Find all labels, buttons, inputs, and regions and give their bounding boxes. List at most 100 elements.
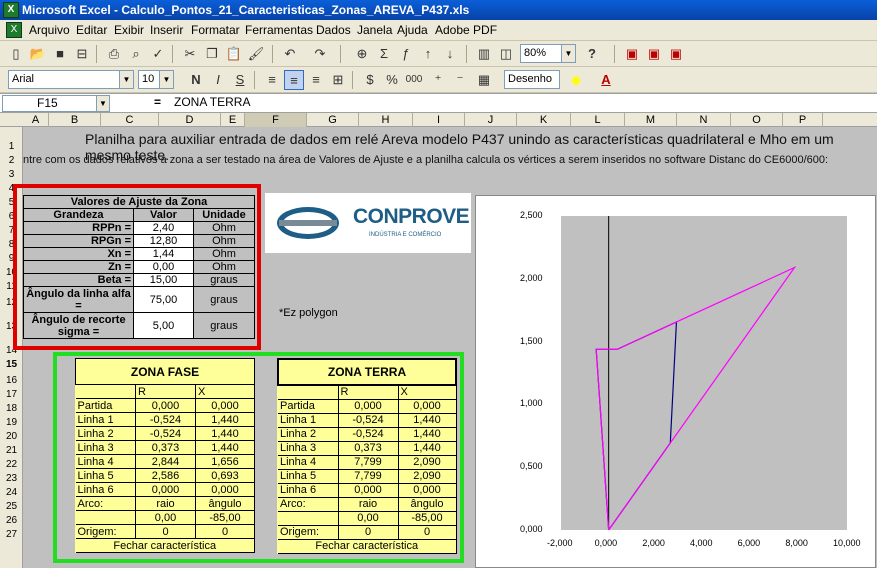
cell-x[interactable]: 0,000 bbox=[398, 399, 457, 414]
row-header-1[interactable]: 1 bbox=[0, 141, 23, 153]
pdf-icon[interactable]: ▣ bbox=[622, 44, 642, 64]
row-header-18[interactable]: 18 bbox=[0, 403, 23, 415]
name-box[interactable]: F15 ▼ bbox=[2, 95, 110, 112]
bold-button[interactable]: N bbox=[186, 70, 206, 90]
cell-x[interactable]: 0 bbox=[398, 525, 457, 540]
cell-r[interactable]: 7,799 bbox=[338, 469, 399, 484]
new-icon[interactable]: ▯ bbox=[6, 44, 26, 64]
merge-center-icon[interactable]: ⊞ bbox=[328, 70, 348, 90]
cell-x[interactable]: 2,090 bbox=[398, 455, 457, 470]
drawing-icon[interactable]: ◫ bbox=[496, 44, 516, 64]
row-header-27[interactable]: 27 bbox=[0, 529, 23, 541]
cell-x[interactable]: 1,440 bbox=[398, 413, 457, 428]
setting-value[interactable]: 12,80 bbox=[133, 234, 194, 248]
cell-r[interactable]: 0,373 bbox=[338, 441, 399, 456]
open-icon[interactable]: 📂 bbox=[28, 44, 48, 64]
cell-r[interactable]: 2,844 bbox=[135, 454, 196, 469]
row-header-24[interactable]: 24 bbox=[0, 487, 23, 499]
font-select[interactable]: Arial ▼ bbox=[8, 70, 134, 89]
function-icon[interactable]: ƒ bbox=[396, 44, 416, 64]
undo-icon[interactable]: ↶ bbox=[280, 44, 300, 64]
column-header-j[interactable]: J bbox=[465, 113, 517, 127]
column-header-k[interactable]: K bbox=[517, 113, 571, 127]
cell-x[interactable]: ângulo bbox=[398, 497, 457, 512]
cell-x[interactable]: 1,656 bbox=[195, 454, 255, 469]
chevron-down-icon[interactable]: ▼ bbox=[96, 96, 109, 111]
save-icon[interactable]: ■ bbox=[50, 44, 70, 64]
print-preview-icon[interactable]: ⌕ bbox=[126, 44, 146, 64]
decrease-decimal-icon[interactable]: ⁻ bbox=[450, 70, 470, 90]
menu-adobe-pdf[interactable]: Adobe PDF bbox=[435, 23, 497, 37]
cell-r[interactable]: 0,000 bbox=[135, 482, 196, 497]
column-header-h[interactable]: H bbox=[359, 113, 413, 127]
column-header-o[interactable]: O bbox=[731, 113, 783, 127]
fechar-button[interactable]: Fechar característica bbox=[75, 538, 255, 553]
cell-r[interactable]: 0,00 bbox=[338, 511, 399, 526]
cell-x[interactable]: 1,440 bbox=[195, 426, 255, 441]
cell-r[interactable]: raio bbox=[135, 496, 196, 511]
align-left-icon[interactable]: ≡ bbox=[262, 70, 282, 90]
align-center-icon[interactable]: ≡ bbox=[284, 70, 304, 90]
cell-x[interactable]: -85,00 bbox=[195, 510, 255, 525]
pdf-review-icon[interactable]: ▣ bbox=[666, 44, 686, 64]
paste-icon[interactable]: 📋 bbox=[224, 44, 244, 64]
cell-r[interactable]: 0,00 bbox=[135, 510, 196, 525]
percent-button[interactable]: % bbox=[382, 70, 402, 90]
column-header-n[interactable]: N bbox=[677, 113, 731, 127]
cell-r[interactable]: 0,000 bbox=[135, 398, 196, 413]
fill-color-icon[interactable]: ◆ bbox=[566, 70, 586, 90]
cell-x[interactable]: 1,440 bbox=[398, 441, 457, 456]
cell-x[interactable]: ângulo bbox=[195, 496, 255, 511]
cell-r[interactable]: 0,000 bbox=[338, 399, 399, 414]
sort-descending-icon[interactable]: ↓ bbox=[440, 44, 460, 64]
setting-value[interactable]: 1,44 bbox=[133, 247, 194, 261]
zoom-select[interactable]: 80% ▼ bbox=[520, 44, 576, 63]
cell-r[interactable]: -0,524 bbox=[135, 412, 196, 427]
row-header-21[interactable]: 21 bbox=[0, 445, 23, 457]
row-header-26[interactable]: 26 bbox=[0, 515, 23, 527]
font-size-select[interactable]: 10 ▼ bbox=[138, 70, 174, 89]
row-header-2[interactable]: 2 bbox=[0, 155, 23, 167]
chart-wizard-icon[interactable]: ▥ bbox=[474, 44, 494, 64]
font-color-button[interactable]: A bbox=[596, 70, 616, 90]
cell-x[interactable]: 0 bbox=[195, 524, 255, 539]
cell-x[interactable]: 0,693 bbox=[195, 468, 255, 483]
column-header-m[interactable]: M bbox=[625, 113, 677, 127]
cell-r[interactable]: 0,000 bbox=[338, 483, 399, 498]
column-header-d[interactable]: D bbox=[159, 113, 221, 127]
setting-value[interactable]: 2,40 bbox=[133, 221, 194, 235]
menu-inserir[interactable]: Inserir bbox=[150, 23, 183, 37]
cell-x[interactable]: 0,000 bbox=[195, 482, 255, 497]
hyperlink-icon[interactable]: ⊕ bbox=[352, 44, 372, 64]
drawing-select[interactable]: Desenho bbox=[504, 70, 560, 89]
column-header-c[interactable]: C bbox=[101, 113, 159, 127]
column-header-i[interactable]: I bbox=[413, 113, 465, 127]
setting-value[interactable]: 75,00 bbox=[133, 286, 194, 313]
chevron-down-icon[interactable]: ▼ bbox=[561, 45, 575, 62]
spelling-icon[interactable]: ✓ bbox=[148, 44, 168, 64]
row-header-19[interactable]: 19 bbox=[0, 417, 23, 429]
workbook-icon[interactable]: X bbox=[6, 22, 22, 38]
row-header-3[interactable]: 3 bbox=[0, 169, 23, 181]
column-header-a[interactable]: A bbox=[23, 113, 49, 127]
column-header-b[interactable]: B bbox=[49, 113, 101, 127]
row-header-25[interactable]: 25 bbox=[0, 501, 23, 513]
chevron-down-icon[interactable]: ▼ bbox=[119, 71, 133, 88]
row-header-23[interactable]: 23 bbox=[0, 473, 23, 485]
cell-x[interactable]: 1,440 bbox=[195, 412, 255, 427]
fechar-button[interactable]: Fechar característica bbox=[278, 539, 457, 554]
redo-icon[interactable]: ↷ bbox=[310, 44, 330, 64]
cell-r[interactable]: -0,524 bbox=[338, 427, 399, 442]
column-header-l[interactable]: L bbox=[571, 113, 625, 127]
cell-r[interactable]: 0 bbox=[338, 525, 399, 540]
cell-x[interactable]: 0,000 bbox=[195, 398, 255, 413]
cell-r[interactable]: 0,373 bbox=[135, 440, 196, 455]
borders-icon[interactable]: ▦ bbox=[474, 70, 494, 90]
menu-ajuda[interactable]: Ajuda bbox=[397, 23, 428, 37]
cell-x[interactable]: -85,00 bbox=[398, 511, 457, 526]
row-header-17[interactable]: 17 bbox=[0, 389, 23, 401]
italic-button[interactable]: I bbox=[208, 70, 228, 90]
menu-arquivo[interactable]: Arquivo bbox=[29, 23, 70, 37]
impedance-chart[interactable]: 0,000 0,500 1,000 1,500 2,000 2,500 -2,000 0,00… bbox=[475, 195, 876, 568]
column-header-f[interactable]: F bbox=[245, 113, 307, 127]
